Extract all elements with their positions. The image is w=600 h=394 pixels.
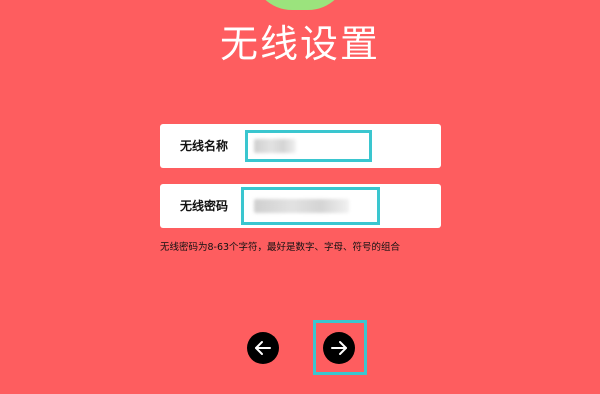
wireless-password-input[interactable] <box>241 187 380 225</box>
wireless-name-label: 无线名称 <box>180 139 229 153</box>
logo-circle <box>252 0 348 10</box>
page-title: 无线设置 <box>219 22 380 66</box>
wireless-name-row: 无线名称 <box>160 124 441 168</box>
password-hint: 无线密码为8-63个字符，最好是数字、字母、符号的组合 <box>160 242 401 253</box>
wireless-password-row: 无线密码 <box>160 184 441 228</box>
back-button[interactable] <box>247 332 279 364</box>
wireless-name-input[interactable] <box>245 130 372 162</box>
next-button[interactable] <box>323 332 355 364</box>
arrow-right-icon <box>331 341 347 355</box>
wireless-password-label: 无线密码 <box>180 199 229 213</box>
arrow-left-icon <box>255 341 271 355</box>
wireless-name-value-redacted <box>254 139 296 153</box>
wireless-password-value-redacted <box>254 199 349 213</box>
